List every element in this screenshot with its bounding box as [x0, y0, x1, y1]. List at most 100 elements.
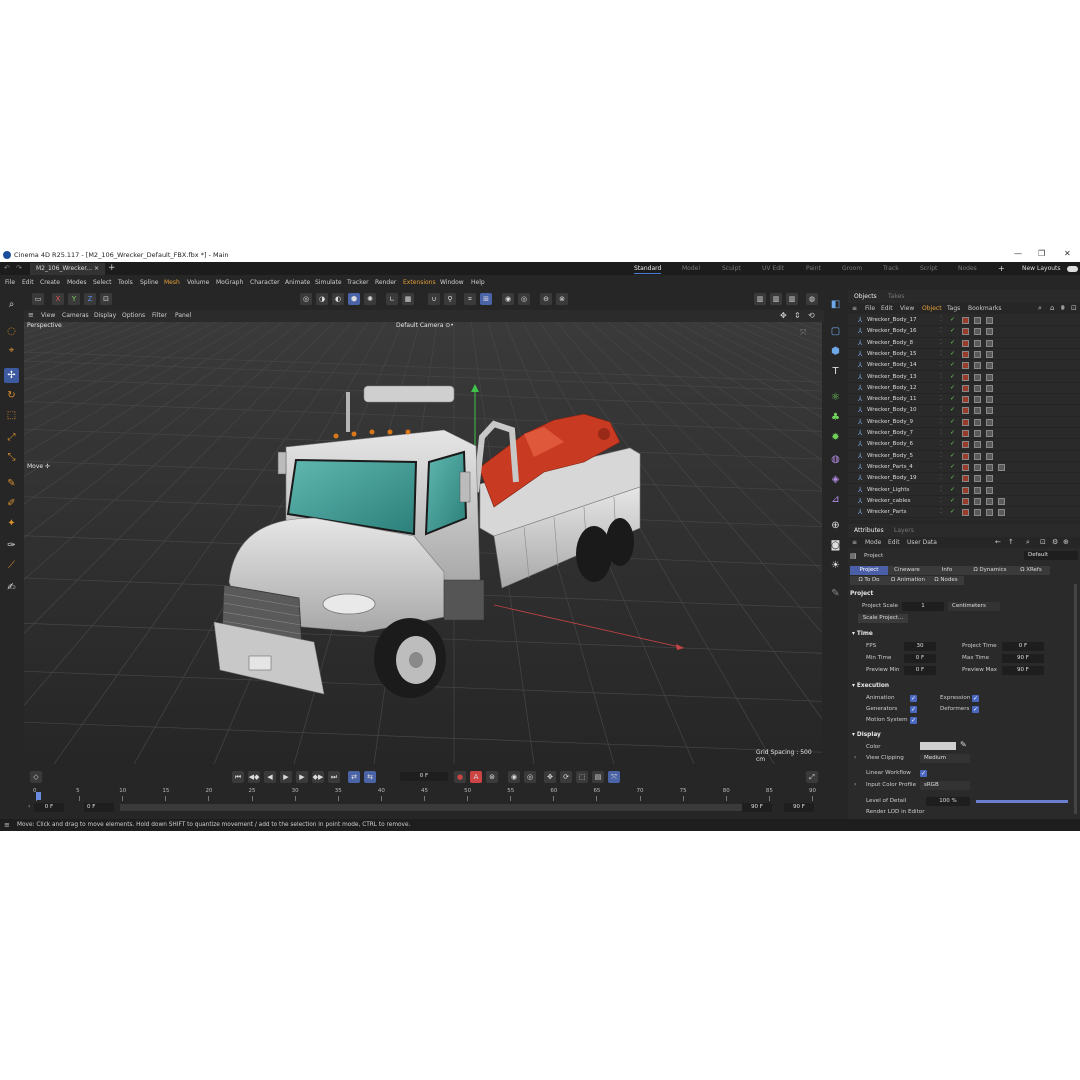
- animation-checkbox[interactable]: ✓: [910, 695, 917, 702]
- attributes-search-icon[interactable]: ⌕: [1026, 538, 1030, 547]
- cube-outline-icon[interactable]: ▢: [828, 324, 843, 339]
- material-tag-icon[interactable]: [974, 430, 981, 437]
- render-view-clapper-icon[interactable]: ▥: [754, 293, 766, 305]
- locked-workplane-icon[interactable]: ⚲: [444, 293, 456, 305]
- material-tag-icon[interactable]: [962, 317, 969, 324]
- objects-menu-bookmarks[interactable]: Bookmarks: [968, 305, 1002, 312]
- light-object-icon[interactable]: ☀: [828, 558, 843, 573]
- material-tag-icon[interactable]: [962, 384, 969, 392]
- material-tag-icon[interactable]: [962, 328, 969, 336]
- attributes-menu-mode[interactable]: Mode: [865, 539, 881, 546]
- viewport-hamburger-icon[interactable]: ≡: [28, 311, 34, 319]
- minimize-button[interactable]: —: [1014, 249, 1022, 258]
- object-row[interactable]: ⅄ Wrecker_Parts ⁚ ✓: [848, 507, 1080, 519]
- material-tag-icon[interactable]: [986, 452, 993, 460]
- visibility-dots-icon[interactable]: ⁚: [940, 406, 942, 413]
- input-color-profile-dropdown[interactable]: sRGB: [920, 781, 970, 790]
- viewport-menu-display[interactable]: Display: [94, 312, 116, 319]
- redo-icon[interactable]: ↷: [16, 264, 22, 272]
- subtab-animation[interactable]: Ω Animation: [888, 576, 928, 585]
- preview-max-field[interactable]: 90 F: [1002, 666, 1044, 675]
- object-row[interactable]: ⅄ Wrecker_Body_8 ⁚ ✓: [848, 338, 1080, 349]
- material-tag-icon[interactable]: [986, 497, 993, 505]
- motion-system-checkbox[interactable]: ✓: [910, 717, 917, 724]
- keyframe-mode-icon[interactable]: ◇: [30, 771, 42, 783]
- object-row[interactable]: ⅄ Wrecker_Body_12 ⁚ ✓: [848, 383, 1080, 395]
- pen-tool-icon[interactable]: ✎: [828, 586, 843, 601]
- material-tag-icon[interactable]: [974, 509, 981, 517]
- material-tag-icon[interactable]: [998, 509, 1005, 517]
- menu-tracker[interactable]: Tracker: [347, 279, 369, 286]
- viewport-nav-move-icon[interactable]: ✥: [780, 311, 787, 320]
- record-position-icon[interactable]: ◉: [508, 771, 520, 783]
- material-tag-icon[interactable]: [998, 463, 1005, 471]
- cube-solid-icon[interactable]: ⬢: [828, 344, 843, 359]
- current-frame-field[interactable]: 0 F: [400, 772, 448, 781]
- enabled-check-icon[interactable]: ✓: [950, 361, 955, 368]
- redshift-icon[interactable]: ◍: [806, 293, 818, 305]
- material-tag-icon[interactable]: [986, 384, 993, 392]
- material-tag-icon[interactable]: [986, 441, 993, 449]
- menu-help[interactable]: Help: [471, 279, 485, 286]
- undo-icon[interactable]: ↶: [4, 264, 10, 272]
- perspective-viewport[interactable]: Perspective Default Camera ⊙• Move ✢ Gri…: [24, 322, 822, 764]
- deformers-checkbox[interactable]: ✓: [972, 706, 979, 713]
- maximize-button[interactable]: ❐: [1038, 249, 1045, 258]
- start-arrow-icon[interactable]: ‹: [28, 803, 30, 810]
- objects-search-icon[interactable]: ⌕: [1038, 304, 1042, 313]
- visibility-dots-icon[interactable]: ⁚: [940, 339, 942, 346]
- menu-character[interactable]: Character: [250, 279, 280, 286]
- spline-pen-icon[interactable]: ✎: [4, 476, 19, 491]
- layout-tab-paint[interactable]: Paint: [806, 265, 821, 272]
- record-point-level-icon[interactable]: ⤧: [608, 771, 620, 783]
- object-row[interactable]: ⅄ Wrecker_Body_13 ⁚ ✓: [848, 372, 1080, 383]
- material-tag-icon[interactable]: [974, 350, 981, 358]
- enabled-check-icon[interactable]: ✓: [950, 418, 955, 425]
- viewport-solo-icon[interactable]: ⊖: [540, 293, 552, 305]
- render-view-icon[interactable]: ◎: [518, 293, 530, 305]
- object-row[interactable]: ⅄ Wrecker_Body_9 ⁚ ✓: [848, 417, 1080, 428]
- record-scale-icon[interactable]: ⬚: [576, 771, 588, 783]
- object-row[interactable]: ⅄ Wrecker_Lights ⁚ ✓: [848, 485, 1080, 496]
- material-tag-icon[interactable]: [986, 339, 993, 347]
- enabled-check-icon[interactable]: ✓: [950, 339, 955, 346]
- visibility-dots-icon[interactable]: ⁚: [940, 429, 942, 436]
- record-rotate-icon[interactable]: ⟳: [560, 771, 572, 783]
- menu-volume[interactable]: Volume: [187, 279, 209, 286]
- edit-render-settings-icon[interactable]: ▥: [786, 293, 798, 305]
- viewport-menu-options[interactable]: Options: [122, 312, 145, 319]
- material-tag-icon[interactable]: [962, 452, 969, 460]
- menu-modes[interactable]: Modes: [67, 279, 86, 286]
- layout-tab-nodes[interactable]: Nodes: [958, 265, 977, 272]
- menu-spline[interactable]: Spline: [140, 279, 158, 286]
- object-row[interactable]: ⅄ Wrecker_Body_19 ⁚ ✓: [848, 473, 1080, 485]
- material-tag-icon[interactable]: [962, 497, 969, 505]
- min-time-field[interactable]: 0 F: [84, 803, 114, 812]
- visibility-dots-icon[interactable]: ⁚: [940, 497, 942, 504]
- material-tag-icon[interactable]: [962, 475, 969, 483]
- material-tag-icon[interactable]: [974, 441, 981, 449]
- enabled-check-icon[interactable]: ✓: [950, 463, 955, 470]
- material-tag-icon[interactable]: [974, 373, 981, 381]
- preview-start-field[interactable]: 0 F: [34, 803, 64, 812]
- enabled-check-icon[interactable]: ✓: [950, 452, 955, 459]
- max-time-attr-field[interactable]: 90 F: [1002, 654, 1044, 663]
- range-slider[interactable]: [120, 804, 760, 811]
- search-icon[interactable]: ⌕: [4, 297, 19, 312]
- enabled-check-icon[interactable]: ✓: [950, 429, 955, 436]
- visibility-dots-icon[interactable]: ⁚: [940, 418, 942, 425]
- subtab-info[interactable]: Info: [926, 566, 968, 575]
- generators-checkbox[interactable]: ✓: [910, 706, 917, 713]
- takes-tab[interactable]: Takes: [888, 293, 904, 300]
- enabled-check-icon[interactable]: ✓: [950, 327, 955, 334]
- visibility-dots-icon[interactable]: ⁚: [940, 384, 942, 391]
- section-time[interactable]: ▾ Time: [852, 631, 873, 637]
- magnet-icon[interactable]: ∪: [428, 293, 440, 305]
- playback-rate-icon[interactable]: ⇆: [364, 771, 376, 783]
- visibility-dots-icon[interactable]: ⁚: [940, 452, 942, 459]
- preset-dropdown[interactable]: Default: [1024, 551, 1078, 560]
- material-tag-icon[interactable]: [986, 463, 993, 471]
- record-move-icon[interactable]: ✥: [544, 771, 556, 783]
- material-tag-icon[interactable]: [974, 407, 981, 415]
- subtab-nodes[interactable]: Ω Nodes: [928, 576, 964, 585]
